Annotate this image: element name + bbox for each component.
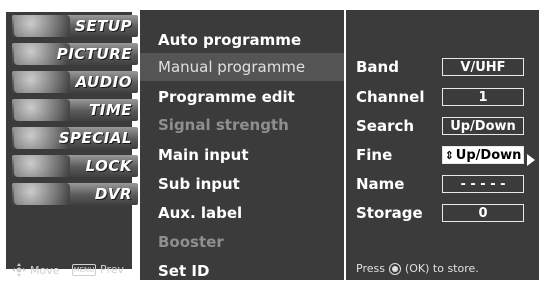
category-menu: SETUP PICTURE AUDIO TIME SPECIAL LOCK DV… — [6, 12, 138, 269]
menu-item-sub-input[interactable]: Sub input — [140, 170, 344, 198]
ok-button-icon — [388, 262, 401, 275]
channel-label: Channel — [356, 88, 425, 106]
storage-label: Storage — [356, 204, 423, 222]
menu-item-label: Booster — [158, 233, 224, 251]
prev-label: Prev — [100, 263, 124, 276]
category-label: PICTURE — [56, 45, 132, 63]
manual-programme-panel: Band V/UHF Channel 1 Search Up/Down Fine… — [344, 10, 539, 280]
hint-suffix: (OK) to store. — [404, 262, 479, 275]
setup-submenu: Auto programme Manual programme Programm… — [138, 10, 344, 280]
menu-item-signal-strength: Signal strength — [140, 111, 344, 139]
menu-item-programme-edit[interactable]: Programme edit — [140, 83, 344, 111]
menu-item-label: Main input — [158, 146, 249, 164]
menu-item-booster: Booster — [140, 228, 344, 256]
storage-row[interactable]: Storage 0 — [346, 199, 539, 227]
menu-item-label: Auto programme — [158, 31, 302, 49]
menu-item-label: Sub input — [158, 175, 240, 193]
left-footer: Move MENU Prev — [6, 260, 132, 280]
category-special[interactable]: SPECIAL — [12, 124, 138, 152]
audio-thumbnail-icon — [14, 71, 70, 93]
channel-value[interactable]: 1 — [442, 88, 524, 106]
channel-row[interactable]: Channel 1 — [346, 83, 539, 111]
fine-label: Fine — [356, 146, 393, 164]
category-lock[interactable]: LOCK — [12, 152, 138, 180]
category-dvr[interactable]: DVR — [12, 180, 138, 208]
category-picture[interactable]: PICTURE — [12, 40, 138, 68]
right-arrow-icon[interactable] — [527, 154, 535, 166]
band-label: Band — [356, 58, 399, 76]
tv-osd-screen: SETUP PICTURE AUDIO TIME SPECIAL LOCK DV… — [0, 0, 547, 293]
fine-value: Up/Down — [455, 148, 522, 163]
menu-item-manual-programme[interactable]: Manual programme — [140, 53, 344, 81]
menu-item-label: Programme edit — [158, 88, 295, 106]
band-value[interactable]: V/UHF — [442, 58, 524, 76]
name-label: Name — [356, 175, 405, 193]
hint-prefix: Press — [356, 262, 385, 275]
category-label: SETUP — [75, 17, 132, 35]
category-label: SPECIAL — [58, 129, 132, 147]
fine-value-box[interactable]: ⇕ Up/Down — [442, 146, 535, 166]
move-label: Move — [30, 263, 60, 277]
updown-arrows-icon: ⇕ — [444, 149, 454, 162]
menu-item-auto-programme[interactable]: Auto programme — [140, 26, 344, 54]
category-label: TIME — [89, 101, 132, 119]
menu-item-label: Manual programme — [158, 58, 306, 76]
menu-item-label: Signal strength — [158, 116, 289, 134]
storage-value[interactable]: 0 — [442, 204, 524, 222]
category-setup[interactable]: SETUP — [12, 12, 138, 40]
category-label: DVR — [94, 185, 132, 203]
search-value[interactable]: Up/Down — [442, 117, 524, 135]
menu-item-main-input[interactable]: Main input — [140, 141, 344, 169]
search-label: Search — [356, 117, 415, 135]
menu-item-label: Aux. label — [158, 204, 243, 222]
fine-row[interactable]: Fine ⇕ Up/Down — [346, 141, 539, 169]
lock-thumbnail-icon — [14, 155, 70, 177]
time-thumbnail-icon — [14, 99, 70, 121]
search-row[interactable]: Search Up/Down — [346, 112, 539, 140]
setup-thumbnail-icon — [14, 15, 70, 37]
menu-item-set-id[interactable]: Set ID — [140, 257, 344, 285]
category-label: LOCK — [85, 157, 132, 175]
prev-hint: MENU Prev — [72, 263, 124, 276]
category-time[interactable]: TIME — [12, 96, 138, 124]
category-audio[interactable]: AUDIO — [12, 68, 138, 96]
move-hint: Move — [12, 263, 60, 277]
name-row[interactable]: Name - - - - - — [346, 170, 539, 198]
menu-item-label: Set ID — [158, 262, 210, 280]
dvr-thumbnail-icon — [14, 183, 70, 205]
store-hint: Press (OK) to store. — [356, 262, 479, 275]
move-icon — [12, 263, 26, 277]
band-row[interactable]: Band V/UHF — [346, 53, 539, 81]
menu-key-icon: MENU — [72, 263, 96, 276]
menu-item-aux-label[interactable]: Aux. label — [140, 199, 344, 227]
category-label: AUDIO — [75, 73, 132, 91]
name-value[interactable]: - - - - - — [442, 175, 524, 193]
